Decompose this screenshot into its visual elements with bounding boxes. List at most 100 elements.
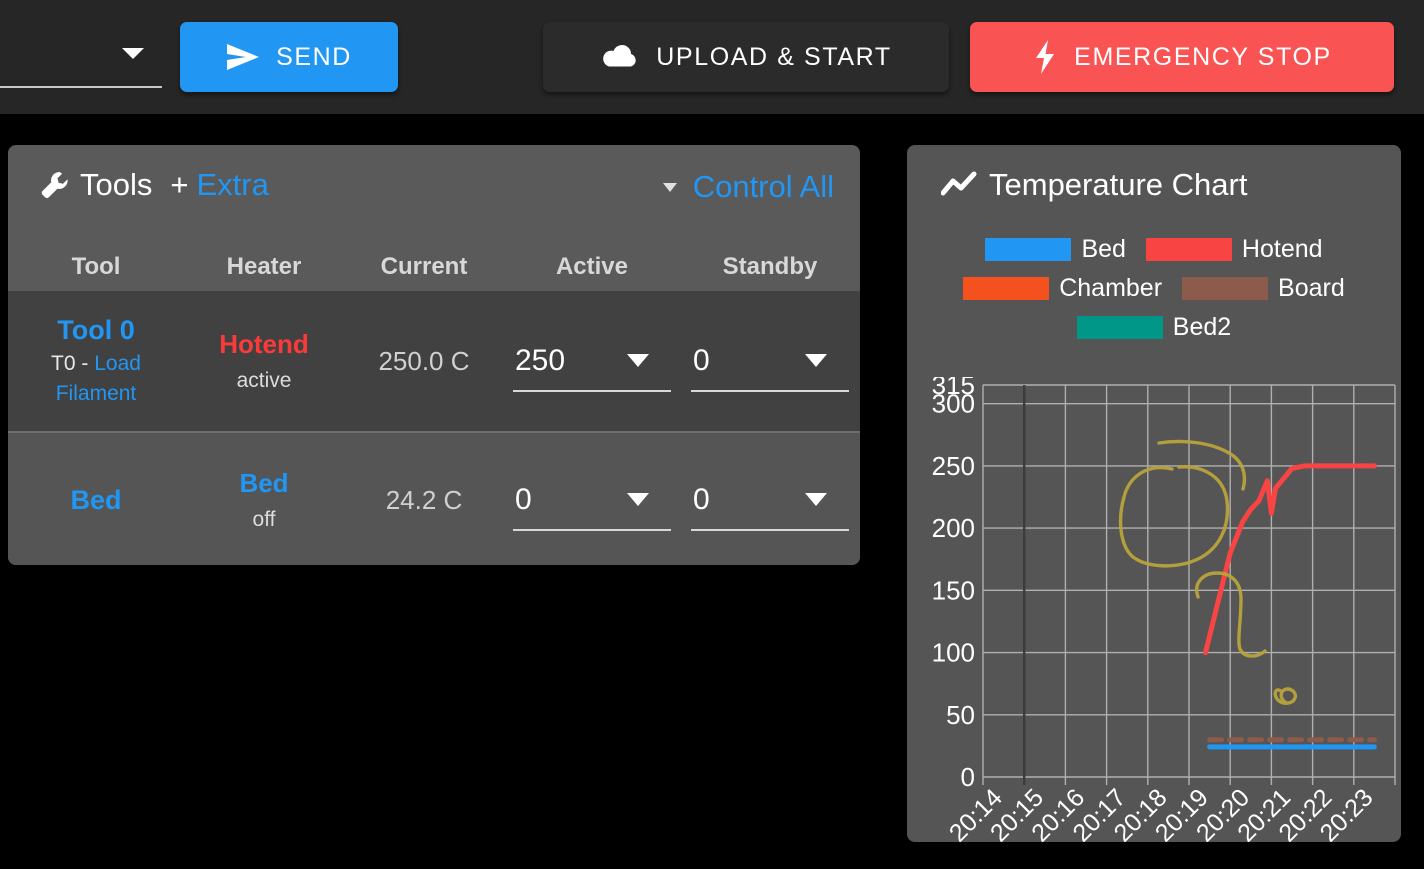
- column-header-tool: Tool: [71, 253, 121, 280]
- temperature-chart-svg: 05010015020025030031520:1420:1520:1620:1…: [932, 370, 1396, 842]
- chevron-down-icon[interactable]: [662, 182, 677, 192]
- heater-state: active: [236, 368, 292, 392]
- tool-cell: Tool 0 T0 - Load Filament: [8, 312, 184, 409]
- upload-and-start-label: UPLOAD & START: [656, 42, 892, 71]
- emergency-stop-button[interactable]: EMERGENCY STOP: [970, 22, 1394, 92]
- active-temp-value: 0: [515, 483, 532, 516]
- column-header-heater: Heater: [226, 253, 302, 280]
- legend-item-chamber[interactable]: Chamber: [963, 274, 1162, 303]
- standby-temp-value: 0: [693, 483, 710, 516]
- macro-select[interactable]: [0, 26, 162, 88]
- tools-panel-header: Tools + Extra Control All: [8, 145, 860, 243]
- legend-label: Hotend: [1241, 235, 1323, 263]
- legend-swatch: [1145, 238, 1232, 261]
- chart-legend: Bed Hotend Chamber Board Bed2: [907, 235, 1401, 352]
- legend-row: Bed Hotend: [907, 235, 1401, 264]
- tool-name[interactable]: Bed: [70, 482, 121, 518]
- legend-item-bed[interactable]: Bed: [985, 235, 1126, 264]
- standby-temp-value: 0: [693, 344, 710, 377]
- standby-temp-cell: 0: [680, 330, 860, 392]
- current-temperature: 24.2 C: [385, 484, 463, 515]
- legend-label: Bed2: [1172, 313, 1232, 341]
- send-icon: [226, 43, 260, 71]
- chevron-down-icon[interactable]: [805, 493, 827, 506]
- control-all-link[interactable]: Control All: [693, 169, 834, 205]
- legend-label: Chamber: [1059, 274, 1163, 302]
- upload-and-start-button[interactable]: UPLOAD & START: [543, 22, 949, 92]
- annotation-small-circle-scribble: [1273, 687, 1298, 705]
- y-axis-tick-label: 315: [932, 377, 975, 400]
- y-axis-tick-label: 0: [961, 762, 975, 792]
- column-header-current: Current: [380, 253, 468, 280]
- control-all-group[interactable]: Control All: [662, 169, 834, 205]
- active-temp-cell: 0: [504, 469, 680, 531]
- input-underline: [691, 529, 849, 531]
- active-temp-input[interactable]: 250: [513, 330, 671, 392]
- chevron-down-icon[interactable]: [805, 354, 827, 367]
- legend-item-bed2[interactable]: Bed2: [1076, 313, 1232, 342]
- y-axis-tick-label: 150: [932, 575, 975, 605]
- legend-item-hotend[interactable]: Hotend: [1145, 235, 1323, 264]
- tools-title-group: Tools + Extra: [40, 167, 269, 203]
- table-row: Tool 0 T0 - Load Filament Hotend active …: [8, 291, 860, 431]
- legend-swatch: [985, 238, 1072, 261]
- current-temp-cell: 24.2 C: [344, 485, 504, 516]
- heater-state: off: [252, 507, 276, 531]
- y-axis-tick-label: 200: [932, 513, 975, 543]
- heater-name[interactable]: Bed: [239, 464, 288, 503]
- current-temp-cell: 250.0 C: [344, 346, 504, 377]
- macro-select-underline: [0, 86, 162, 88]
- chevron-down-icon: [122, 48, 144, 59]
- tools-title-label: Tools: [80, 167, 153, 202]
- lightning-bolt-icon: [1032, 39, 1058, 75]
- chart-title-group: Temperature Chart: [941, 167, 1247, 203]
- legend-label: Bed: [1081, 235, 1126, 263]
- active-temp-cell: 250: [504, 330, 680, 392]
- table-row: Bed Bed off 24.2 C 0 0: [8, 431, 860, 565]
- tool-cell: Bed: [8, 482, 184, 518]
- tools-table-header: Tool Heater Current Active Standby: [8, 243, 860, 291]
- add-tool-plus[interactable]: +: [170, 167, 188, 203]
- cloud-upload-icon: [600, 41, 640, 73]
- sparkline-icon: [941, 171, 977, 199]
- column-header-active: Active: [555, 253, 629, 280]
- top-toolbar: SEND UPLOAD & START EMERGENCY STOP: [0, 0, 1424, 114]
- tools-panel: Tools + Extra Control All Tool Heater Cu…: [8, 145, 860, 565]
- column-header-standby: Standby: [722, 253, 818, 280]
- emergency-stop-label: EMERGENCY STOP: [1074, 42, 1332, 71]
- heater-name[interactable]: Hotend: [219, 325, 309, 364]
- standby-temp-input[interactable]: 0: [691, 330, 849, 392]
- standby-temp-cell: 0: [680, 469, 860, 531]
- tool-subtext: T0 - Load Filament: [8, 349, 184, 410]
- heater-cell: Hotend active: [184, 325, 344, 398]
- wrench-icon: [40, 170, 70, 200]
- active-temp-value: 250: [515, 344, 566, 377]
- send-button-label: SEND: [276, 42, 352, 71]
- extra-link[interactable]: Extra: [196, 167, 268, 203]
- legend-row: Chamber Board: [907, 274, 1401, 303]
- legend-item-board[interactable]: Board: [1182, 274, 1345, 303]
- legend-label: Board: [1278, 274, 1345, 302]
- input-underline: [691, 390, 849, 392]
- send-button[interactable]: SEND: [180, 22, 398, 92]
- legend-swatch: [1076, 316, 1163, 339]
- y-axis-tick-label: 250: [932, 451, 975, 481]
- tool-name[interactable]: Tool 0: [57, 312, 135, 348]
- y-axis-tick-label: 50: [946, 700, 975, 730]
- y-axis-tick-label: 100: [932, 638, 975, 668]
- standby-temp-input[interactable]: 0: [691, 469, 849, 531]
- legend-row: Bed2: [907, 313, 1401, 342]
- active-temp-input[interactable]: 0: [513, 469, 671, 531]
- input-underline: [513, 529, 671, 531]
- input-underline: [513, 390, 671, 392]
- chart-title-label: Temperature Chart: [989, 167, 1248, 202]
- chevron-down-icon[interactable]: [627, 493, 649, 506]
- legend-swatch: [1182, 277, 1269, 300]
- current-temperature: 250.0 C: [378, 345, 470, 376]
- chevron-down-icon[interactable]: [627, 354, 649, 367]
- temperature-chart-panel: Temperature Chart Bed Hotend Chamber Board B…: [907, 145, 1401, 842]
- tool-id-prefix: T0 -: [51, 351, 95, 375]
- annotation-hotend-peak-circle: [1118, 465, 1230, 568]
- chart-plot-area: 0 50 100 150 200 250 300 315 20:14 20:15 20:16 20:1…: [907, 370, 1401, 842]
- heater-cell: Bed off: [184, 464, 344, 537]
